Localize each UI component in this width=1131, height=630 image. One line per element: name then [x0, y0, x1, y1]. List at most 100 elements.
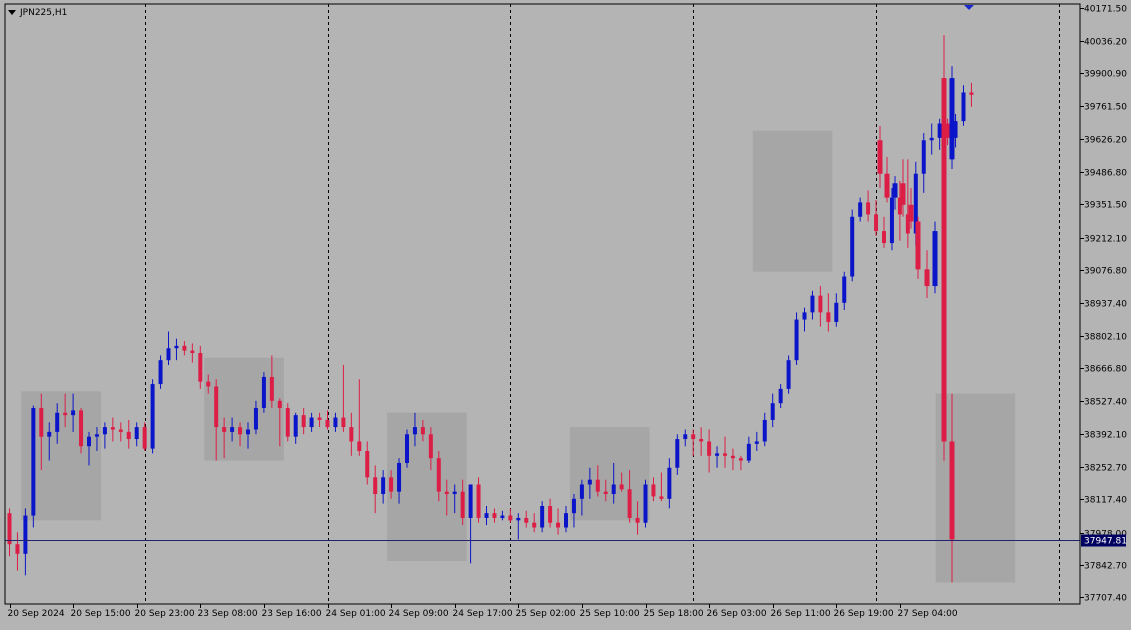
candle-body	[341, 417, 346, 428]
y-tick-label: 39761.50	[1084, 103, 1127, 113]
candle	[405, 429, 409, 468]
x-tick-label: 20 Sep 15:00	[71, 609, 131, 619]
y-tick-label: 37707.40	[1084, 594, 1127, 604]
candle	[794, 312, 799, 365]
candle-body	[556, 522, 561, 528]
candle-body	[293, 415, 298, 437]
candle-body	[134, 427, 139, 440]
candle-body	[214, 386, 219, 428]
candle-body	[778, 388, 783, 404]
candle-body	[94, 434, 99, 437]
candle	[949, 66, 955, 169]
candle-body	[87, 436, 91, 447]
x-tick-label: 23 Sep 08:00	[198, 609, 258, 619]
y-tick-label: 40171.50	[1084, 5, 1127, 15]
x-tick-label: 24 Sep 17:00	[453, 609, 513, 619]
candle-body	[222, 427, 227, 432]
y-tick-label: 39486.80	[1084, 169, 1127, 179]
candle-body	[723, 453, 727, 456]
candle-body	[738, 458, 743, 461]
y-tick-label: 39351.50	[1084, 201, 1127, 211]
y-tick-label: 38527.40	[1084, 398, 1127, 408]
candle-body	[892, 183, 898, 198]
candle-body	[357, 441, 362, 452]
x-tick-label: 25 Sep 02:00	[516, 609, 576, 619]
candle-body	[532, 522, 537, 528]
candle-body	[842, 276, 847, 303]
y-tick-label: 38117.40	[1084, 496, 1127, 506]
candle-body	[762, 419, 767, 442]
candle	[643, 479, 648, 528]
candlestick-chart: 40171.50 40036.20 39900.90 39761.50 39626.20…	[0, 0, 1131, 626]
candle-body	[182, 345, 187, 351]
x-tick-label: 25 Sep 10:00	[580, 609, 640, 619]
candle-body	[333, 417, 338, 428]
range-box-5	[935, 393, 1016, 583]
candle-body	[874, 214, 879, 232]
candle-body	[349, 427, 354, 442]
candle-body	[866, 202, 871, 215]
candle-body	[707, 441, 712, 456]
candle-body	[579, 484, 584, 499]
candle-body	[924, 269, 930, 287]
x-tick-label: 26 Sep 11:00	[771, 609, 831, 619]
candle-body	[158, 360, 163, 385]
candle-body	[508, 515, 513, 521]
candle-body	[932, 231, 938, 287]
candle-body	[381, 477, 386, 495]
candle	[932, 221, 938, 294]
candle-body	[949, 78, 955, 160]
candle-body	[39, 407, 44, 437]
candle-body	[206, 381, 211, 387]
candle-body	[79, 410, 84, 447]
candle	[261, 372, 266, 413]
chart-window: 40171.50 40036.20 39900.90 39761.50 39626.20…	[0, 0, 1131, 626]
candle-body	[603, 491, 608, 495]
candle-body	[301, 415, 306, 428]
candle-body	[921, 140, 926, 174]
candle-body	[802, 312, 807, 320]
y-tick-label: 38252.70	[1084, 464, 1127, 474]
candle-body	[770, 403, 775, 420]
current-price-tag: 37947.81	[1081, 534, 1127, 547]
candle-body	[238, 427, 243, 435]
candle-body	[261, 376, 266, 408]
candle-body	[850, 216, 855, 277]
candle-body	[587, 479, 592, 485]
candle-body	[941, 78, 947, 442]
candle-body	[230, 427, 235, 432]
candle-body	[31, 407, 36, 516]
candle-body	[23, 515, 28, 554]
x-tick-label: 20 Sep 2024	[8, 609, 65, 619]
candle-body	[484, 513, 489, 518]
candle-body	[174, 345, 179, 349]
candle-body	[253, 407, 258, 430]
candle-body	[908, 204, 914, 222]
candle-body	[118, 429, 123, 432]
candle-body	[949, 441, 955, 540]
candle-body	[420, 427, 425, 435]
candle-body	[794, 319, 799, 361]
current-price-label: 37947.81	[1084, 537, 1127, 547]
candle	[31, 405, 36, 528]
y-tick-label: 39900.90	[1084, 70, 1127, 80]
candle-body	[937, 123, 942, 138]
candle-body	[405, 434, 409, 463]
candle-body	[858, 202, 863, 217]
candle-body	[277, 400, 282, 408]
symbol-title: JPN225,H1	[19, 8, 67, 18]
candle-body	[269, 376, 274, 401]
candle-body	[15, 544, 20, 554]
candle-body	[142, 427, 147, 449]
candle-body	[889, 197, 894, 244]
candle-body	[325, 419, 330, 428]
candle	[850, 209, 855, 282]
candle-body	[699, 439, 704, 442]
candle-body	[246, 429, 250, 435]
candle-body	[818, 295, 823, 313]
candle-body	[595, 479, 600, 492]
y-tick-label: 38937.40	[1084, 300, 1127, 310]
candle-body	[611, 484, 616, 495]
candle	[285, 403, 290, 442]
x-tick-label: 26 Sep 03:00	[707, 609, 767, 619]
